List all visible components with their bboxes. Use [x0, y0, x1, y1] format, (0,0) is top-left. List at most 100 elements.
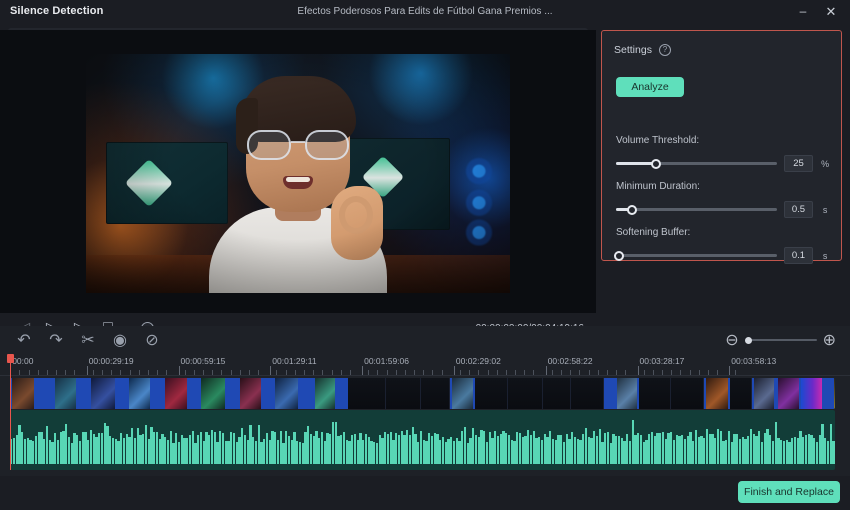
timeline-clip[interactable] — [151, 378, 163, 409]
timeline-clip[interactable] — [299, 378, 313, 409]
timeline-clip[interactable] — [614, 378, 640, 409]
timeline-clip[interactable] — [263, 378, 274, 409]
timeline-clip[interactable] — [386, 378, 421, 409]
timeline-clip[interactable] — [127, 378, 152, 409]
timeline-clip[interactable] — [639, 378, 671, 409]
ruler-tick-minor — [37, 370, 39, 375]
timeline-clip[interactable] — [670, 378, 704, 409]
timeline-clip[interactable] — [312, 378, 338, 409]
timeline-zoom-slider[interactable] — [744, 336, 817, 344]
ruler-tick-major — [637, 366, 639, 375]
volume-threshold-slider[interactable] — [616, 158, 777, 169]
ruler-tick-minor — [303, 370, 305, 375]
ruler-tick-minor — [248, 370, 250, 375]
minimum-duration-row: 0.5 s — [616, 201, 830, 218]
zoom-in-icon[interactable]: ⊕ — [823, 330, 836, 350]
timeline-clip[interactable] — [475, 378, 509, 409]
volume-threshold-value[interactable]: 25 — [783, 155, 814, 172]
finish-and-replace-button[interactable]: Finish and Replace — [738, 481, 840, 503]
video-vignette — [86, 54, 510, 293]
timeline-clip[interactable] — [198, 378, 227, 409]
ruler-tick-minor — [340, 370, 342, 375]
timeline-clip[interactable] — [52, 378, 78, 409]
minimum-duration-thumb[interactable] — [627, 204, 638, 215]
split-scissors-icon[interactable]: ✂ — [74, 328, 102, 352]
title-bar: Silence Detection Efectos Poderosos Para… — [0, 0, 850, 22]
ruler-tick-minor — [184, 370, 186, 375]
audio-track[interactable] — [10, 410, 835, 470]
ruler-tick-minor — [652, 370, 654, 375]
redo-icon[interactable]: ↷ — [42, 328, 70, 352]
ruler-tick-minor — [735, 370, 737, 375]
timeline-clip[interactable] — [776, 378, 801, 409]
timeline-zoom-thumb[interactable] — [745, 336, 753, 344]
timeline-clip[interactable] — [10, 378, 37, 409]
timeline-zoom-controls: ⊖ ⊕ — [725, 326, 836, 354]
softening-buffer-row: 0.1 s — [614, 247, 830, 264]
timeline-clip[interactable] — [703, 378, 731, 409]
minimize-icon[interactable]: – — [790, 0, 816, 22]
eye-hidden-icon[interactable]: ⊘ — [138, 328, 166, 352]
ruler-tick-minor — [707, 370, 709, 375]
ruler-tick-minor — [661, 370, 663, 375]
close-icon[interactable]: ✕ — [818, 0, 844, 22]
timeline-clip[interactable] — [822, 378, 833, 409]
timeline-clip[interactable] — [832, 378, 835, 409]
minimum-duration-slider[interactable] — [616, 204, 777, 215]
ruler-tick-minor — [92, 370, 94, 375]
ruler-tick-minor — [515, 370, 517, 375]
timeline-clip[interactable] — [801, 378, 823, 409]
zoom-out-icon[interactable]: ⊖ — [725, 330, 738, 350]
timeline-clip[interactable] — [751, 378, 777, 409]
ruler-tick-minor — [56, 370, 58, 375]
ruler-tick-minor — [120, 370, 122, 375]
analyze-button[interactable]: Analyze — [616, 77, 684, 97]
timeline-clip[interactable] — [226, 378, 239, 409]
softening-buffer-slider[interactable] — [614, 250, 777, 261]
softening-buffer-value[interactable]: 0.1 — [783, 247, 814, 264]
eye-visible-icon[interactable]: ◉ — [106, 328, 134, 352]
undo-icon[interactable]: ↶ — [10, 328, 38, 352]
timeline-clip[interactable] — [188, 378, 199, 409]
timeline-clip[interactable] — [162, 378, 189, 409]
video-track[interactable] — [10, 378, 835, 409]
timeline-clip[interactable] — [89, 378, 118, 409]
ruler-tick-minor — [432, 370, 434, 375]
minimum-duration-group: Minimum Duration: 0.5 s — [616, 181, 830, 218]
timeline-clip[interactable] — [77, 378, 90, 409]
timeline-ruler[interactable]: 00:00 00:00:29:19 00:00:59:15 00:01:29:11 00… — [0, 354, 850, 376]
timeline-clip[interactable] — [603, 378, 615, 409]
ruler-tick-minor — [294, 370, 296, 375]
timeline-clip[interactable] — [420, 378, 451, 409]
ruler-label: 00:01:59:06 — [364, 356, 409, 366]
video-stage[interactable] — [0, 30, 596, 313]
timeline-clip[interactable] — [273, 378, 300, 409]
help-icon[interactable]: ? — [658, 44, 671, 56]
ruler-label: 00:00 — [12, 356, 34, 366]
ruler-label: 00:00:59:15 — [180, 356, 226, 366]
volume-threshold-thumb[interactable] — [651, 158, 662, 169]
ruler-tick-minor — [193, 370, 195, 375]
minimum-duration-unit: s — [822, 204, 828, 215]
timeline-playhead[interactable] — [7, 354, 14, 470]
volume-threshold-row: 25 % — [616, 155, 830, 172]
timeline-clip[interactable] — [508, 378, 543, 409]
timeline-clip[interactable] — [450, 378, 476, 409]
timeline-clip[interactable] — [36, 378, 53, 409]
timeline-clip[interactable] — [542, 378, 571, 409]
timeline-clip[interactable] — [348, 378, 387, 409]
ruler-tick-major — [453, 366, 455, 375]
softening-buffer-thumb[interactable] — [614, 250, 625, 261]
timeline-clip[interactable] — [337, 378, 349, 409]
timeline-clip[interactable] — [730, 378, 752, 409]
ruler-tick-minor — [313, 370, 315, 375]
minimum-duration-value[interactable]: 0.5 — [783, 201, 814, 218]
timeline-clip[interactable] — [570, 378, 604, 409]
video-preview-frame[interactable] — [86, 54, 510, 293]
ruler-tick-minor — [561, 370, 562, 375]
settings-panel: Settings ? Analyze Volume Threshold: 25 … — [601, 30, 842, 264]
timeline-clip[interactable] — [238, 378, 264, 409]
ruler-tick-minor — [129, 370, 131, 375]
ruler-tick-minor — [689, 370, 691, 375]
timeline-clip[interactable] — [117, 378, 128, 409]
